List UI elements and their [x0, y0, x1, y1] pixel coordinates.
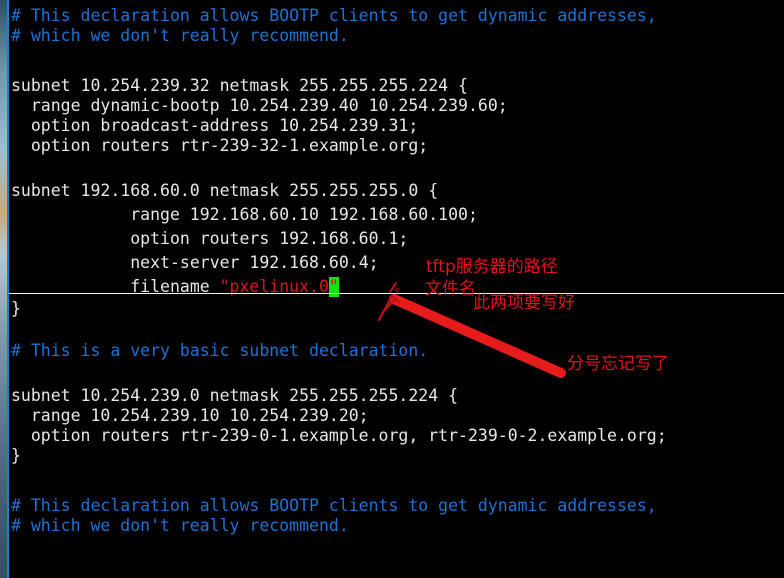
buffer-line: # This is a very basic subnet declaratio…: [11, 341, 429, 360]
buffer-line: range 192.168.60.10 192.168.60.100;: [11, 205, 478, 224]
buffer-line: subnet 10.254.239.32 netmask 255.255.255…: [11, 76, 468, 95]
next-server-indent: [11, 253, 130, 272]
buffer-line: option routers rtr-239-32-1.example.org;: [11, 136, 429, 155]
buffer-line: subnet 192.168.60.0 netmask 255.255.255.…: [11, 181, 439, 200]
desktop-wallpaper-sliver: [0, 0, 7, 578]
buffer-line: option routers rtr-239-0-1.example.org, …: [11, 426, 667, 445]
buffer-line-filename: filename "pxelinux.0": [11, 277, 339, 297]
text-cursor[interactable]: ": [328, 277, 339, 297]
buffer-line: range 10.254.239.10 10.254.239.20;: [11, 406, 369, 425]
buffer-line: # which we don't really recommend.: [11, 516, 349, 535]
terminal-text-buffer[interactable]: # This declaration allows BOOTP clients …: [9, 0, 784, 578]
buffer-line: # which we don't really recommend.: [11, 26, 349, 45]
buffer-line: }: [11, 299, 21, 318]
filename-value: "pxelinux.0: [219, 277, 329, 296]
buffer-line: # This declaration allows BOOTP clients …: [11, 496, 657, 515]
terminal-screenshot: # This declaration allows BOOTP clients …: [0, 0, 784, 578]
buffer-line: option broadcast-address 10.254.239.31;: [11, 116, 419, 135]
next-server-text: next-server 192.168.60.4;: [130, 253, 379, 272]
filename-indent: [11, 277, 130, 296]
filename-keyword: filename: [130, 277, 220, 296]
buffer-line-next-server: next-server 192.168.60.4;: [11, 253, 379, 273]
buffer-line: # This declaration allows BOOTP clients …: [11, 6, 657, 25]
buffer-line: subnet 10.254.239.0 netmask 255.255.255.…: [11, 386, 459, 405]
buffer-line: option routers 192.168.60.1;: [11, 229, 409, 248]
buffer-line: range dynamic-bootp 10.254.239.40 10.254…: [11, 96, 508, 115]
buffer-line: }: [11, 446, 21, 465]
